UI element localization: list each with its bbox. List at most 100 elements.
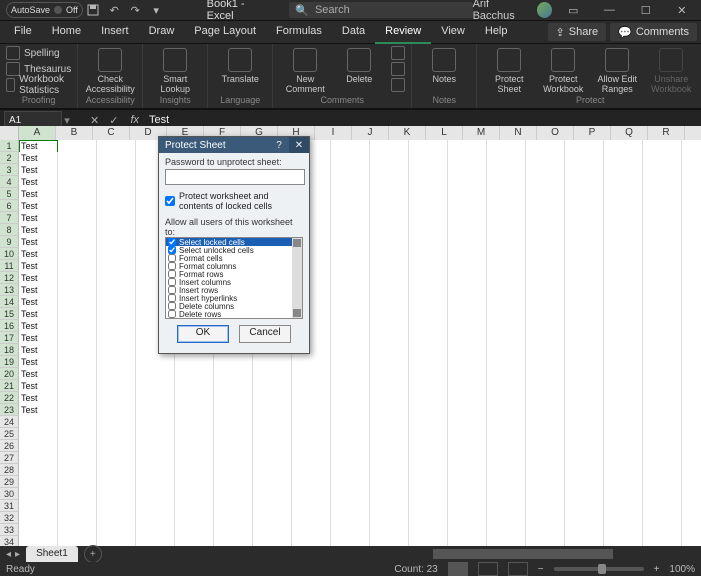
row-header[interactable]: 28 [0, 464, 19, 476]
tab-draw[interactable]: Draw [139, 20, 185, 42]
row-header[interactable]: 14 [0, 296, 19, 308]
next-comment-button[interactable] [391, 62, 405, 76]
row-header[interactable]: 1 [0, 140, 19, 152]
row-header[interactable]: 10 [0, 248, 19, 260]
view-page-break-button[interactable] [508, 562, 528, 576]
row-header[interactable]: 6 [0, 200, 19, 212]
tab-file[interactable]: File [4, 20, 42, 42]
sheet-tab[interactable]: Sheet1 [26, 546, 78, 562]
undo-icon[interactable]: ↶ [104, 0, 125, 20]
cell[interactable] [604, 536, 643, 546]
view-normal-button[interactable] [448, 562, 468, 576]
allow-edit-ranges-button[interactable]: Allow Edit Ranges [591, 46, 643, 94]
row-header[interactable]: 5 [0, 188, 19, 200]
row-header[interactable]: 34 [0, 536, 19, 546]
add-sheet-button[interactable]: + [84, 545, 102, 563]
cell[interactable] [448, 536, 487, 546]
column-header[interactable]: I [315, 126, 352, 140]
formula-input[interactable]: Test [149, 114, 169, 126]
sheet-prev-icon[interactable]: ◂ [6, 549, 11, 560]
cell[interactable] [214, 536, 253, 546]
protect-workbook-button[interactable]: Protect Workbook [537, 46, 589, 94]
row-header[interactable]: 2 [0, 152, 19, 164]
maximize-button[interactable]: ☐ [631, 0, 661, 20]
row-header[interactable]: 20 [0, 368, 19, 380]
row-header[interactable]: 3 [0, 164, 19, 176]
qat-more-icon[interactable]: ▾ [146, 0, 167, 20]
perm-scroll-up-icon[interactable] [293, 239, 301, 247]
select-all-corner[interactable] [0, 126, 19, 140]
permissions-scrollbar[interactable] [292, 238, 302, 318]
permission-checkbox[interactable] [168, 278, 176, 286]
dialog-titlebar[interactable]: Protect Sheet ? ✕ [159, 137, 309, 153]
cell[interactable] [175, 536, 214, 546]
delete-comment-button[interactable]: Delete [333, 46, 385, 84]
ok-button[interactable]: OK [177, 325, 229, 343]
column-header[interactable]: O [537, 126, 574, 140]
permission-checkbox[interactable] [168, 254, 176, 262]
column-header[interactable]: J [352, 126, 389, 140]
sheet-next-icon[interactable]: ▸ [15, 549, 20, 560]
row-header[interactable]: 31 [0, 500, 19, 512]
dialog-close-button[interactable]: ✕ [289, 137, 309, 153]
dialog-help-button[interactable]: ? [269, 137, 289, 153]
permission-item[interactable]: Delete rows [166, 310, 302, 318]
cell[interactable] [409, 536, 448, 546]
row-header[interactable]: 8 [0, 224, 19, 236]
check-accessibility-button[interactable]: Check Accessibility [84, 46, 136, 94]
cancel-button[interactable]: Cancel [239, 325, 291, 343]
smart-lookup-button[interactable]: Smart Lookup [149, 46, 201, 94]
protect-contents-check-input[interactable] [165, 196, 175, 206]
cell[interactable] [136, 536, 175, 546]
zoom-thumb[interactable] [598, 564, 606, 574]
tab-formulas[interactable]: Formulas [266, 20, 332, 42]
permissions-list[interactable]: Select locked cellsSelect unlocked cells… [165, 237, 303, 319]
workbook-stats-button[interactable]: Workbook Statistics [6, 78, 71, 92]
share-button[interactable]: ⇪Share [548, 23, 607, 41]
cell[interactable] [331, 536, 370, 546]
row-header[interactable]: 24 [0, 416, 19, 428]
tab-page-layout[interactable]: Page Layout [184, 20, 266, 42]
comments-button[interactable]: 💬Comments [610, 23, 697, 41]
translate-button[interactable]: Translate [214, 46, 266, 84]
cell[interactable] [565, 536, 604, 546]
tab-review[interactable]: Review [375, 20, 431, 44]
row-header[interactable]: 4 [0, 176, 19, 188]
row-header[interactable]: 33 [0, 524, 19, 536]
row-header[interactable]: 12 [0, 272, 19, 284]
column-header[interactable]: K [389, 126, 426, 140]
show-comments-button[interactable] [391, 78, 405, 92]
close-button[interactable]: ✕ [667, 0, 697, 20]
hscroll-thumb[interactable] [433, 549, 613, 559]
row-header[interactable]: 7 [0, 212, 19, 224]
accept-formula-icon[interactable]: ✓ [109, 114, 118, 127]
row-header[interactable]: 13 [0, 284, 19, 296]
column-header[interactable]: N [500, 126, 537, 140]
permission-checkbox[interactable] [168, 302, 176, 310]
row-header[interactable]: 22 [0, 392, 19, 404]
cell[interactable] [370, 536, 409, 546]
column-header[interactable]: M [463, 126, 500, 140]
cell[interactable] [487, 536, 526, 546]
tab-home[interactable]: Home [42, 20, 91, 42]
password-input[interactable] [165, 169, 305, 185]
zoom-out-button[interactable]: − [538, 564, 544, 575]
row-header[interactable]: 23 [0, 404, 19, 416]
column-header[interactable]: Q [611, 126, 648, 140]
cell[interactable] [19, 536, 58, 546]
row-header[interactable]: 25 [0, 428, 19, 440]
ribbon-options-icon[interactable]: ▭ [558, 0, 588, 20]
cell[interactable] [643, 536, 682, 546]
permission-checkbox[interactable] [168, 270, 176, 278]
row-header[interactable]: 16 [0, 320, 19, 332]
row-header[interactable]: 21 [0, 380, 19, 392]
row-header[interactable]: 18 [0, 344, 19, 356]
protect-contents-checkbox[interactable]: Protect worksheet and contents of locked… [165, 191, 303, 211]
cell[interactable] [292, 536, 331, 546]
permission-checkbox[interactable] [168, 286, 176, 294]
spreadsheet-grid[interactable]: ABCDEFGHIJKLMNOPQR 1Test2Test3Test4Test5… [0, 126, 701, 546]
autosave-toggle[interactable]: AutoSave Off [6, 2, 83, 18]
cell[interactable] [682, 536, 701, 546]
tab-data[interactable]: Data [332, 20, 375, 42]
tab-insert[interactable]: Insert [91, 20, 139, 42]
